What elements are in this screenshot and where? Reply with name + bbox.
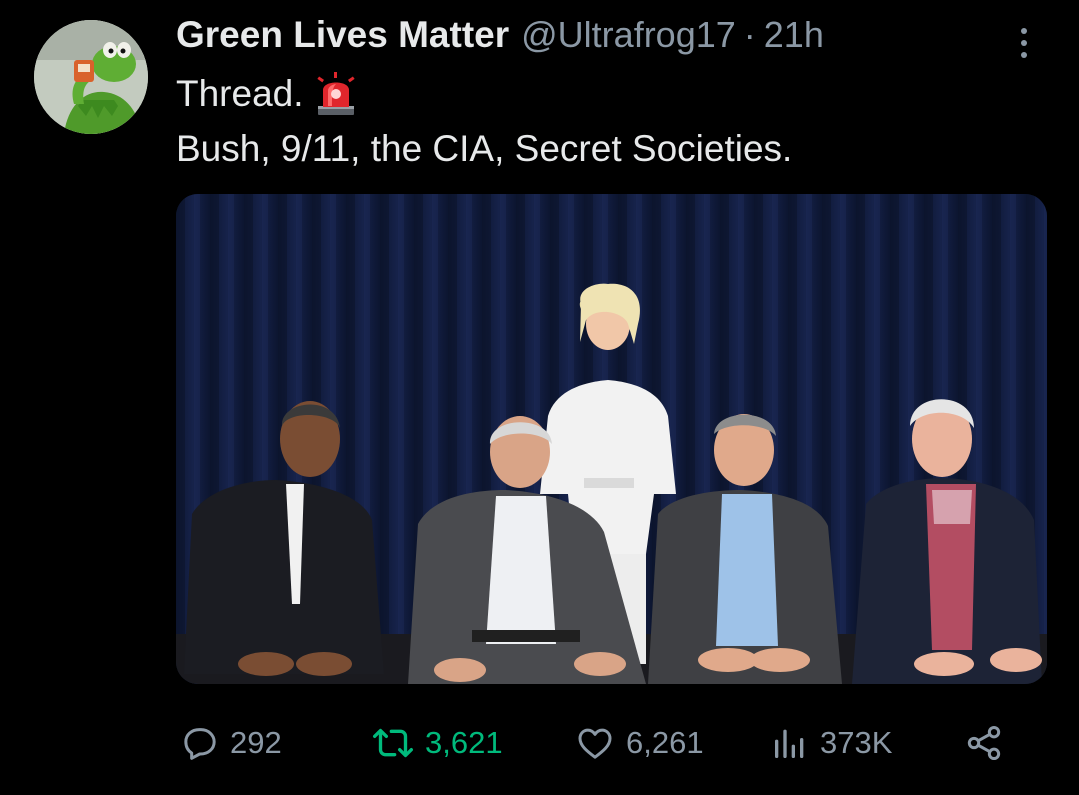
separator-dot: · [743, 14, 756, 55]
share-nodes-icon [967, 726, 1001, 760]
views-count: 373K [820, 725, 893, 760]
timestamp[interactable]: 21h [764, 14, 824, 56]
tweet-text-thread: Thread. [176, 73, 304, 114]
tweet-text-line-2: Bush, 9/11, the CIA, Secret Societies. [176, 128, 793, 169]
repost-button[interactable]: 3,621 [371, 715, 503, 771]
reply-count: 292 [230, 725, 282, 760]
tweet-photo[interactable] [176, 194, 1047, 684]
like-button[interactable]: 6,261 [574, 715, 704, 771]
tweet-header: Green Lives Matter @Ultrafrog17 · 21h [176, 14, 824, 62]
share-button[interactable] [964, 715, 1004, 771]
kermit-avatar-image [34, 20, 148, 134]
group-photo-image [176, 194, 1047, 684]
tweet-text-line-1: Thread. [176, 72, 356, 116]
more-options-button[interactable] [1012, 22, 1036, 58]
reply-button[interactable]: 292 [180, 715, 282, 771]
repost-arrows-icon [372, 728, 413, 758]
repost-count: 3,621 [425, 725, 503, 760]
vertical-ellipsis-icon [1012, 22, 1036, 58]
rotating-light-siren-icon [316, 72, 356, 116]
tweet[interactable]: Green Lives Matter @Ultrafrog17 · 21h Th… [0, 0, 1079, 795]
speech-bubble-icon [184, 728, 216, 760]
tweet-action-bar: 292 3,621 6,261 373K [176, 715, 1016, 771]
views-button[interactable]: 373K [770, 715, 892, 771]
display-name[interactable]: Green Lives Matter [176, 14, 509, 56]
bar-chart-icon [775, 729, 804, 758]
like-count: 6,261 [626, 725, 704, 760]
avatar[interactable] [34, 20, 148, 134]
user-handle[interactable]: @Ultrafrog17 [521, 14, 736, 56]
heart-icon [578, 728, 612, 759]
